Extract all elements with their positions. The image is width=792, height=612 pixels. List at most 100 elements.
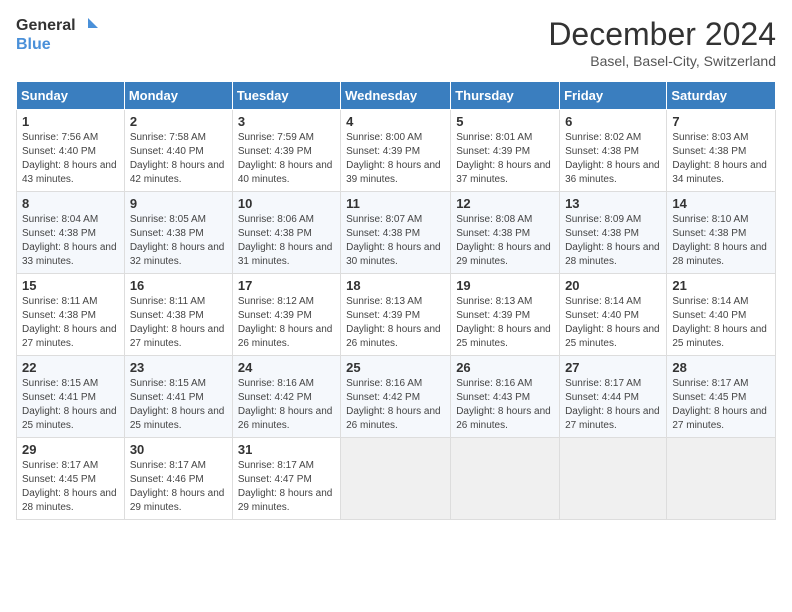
calendar-day-cell: 9 Sunrise: 8:05 AMSunset: 4:38 PMDayligh…: [124, 192, 232, 274]
calendar-day-cell: 24 Sunrise: 8:16 AMSunset: 4:42 PMDaylig…: [232, 356, 340, 438]
day-info: Sunrise: 8:12 AMSunset: 4:39 PMDaylight:…: [238, 296, 333, 349]
day-info: Sunrise: 8:16 AMSunset: 4:43 PMDaylight:…: [456, 378, 551, 431]
calendar-week-row: 15 Sunrise: 8:11 AMSunset: 4:38 PMDaylig…: [17, 274, 776, 356]
calendar-day-cell: 22 Sunrise: 8:15 AMSunset: 4:41 PMDaylig…: [17, 356, 125, 438]
day-info: Sunrise: 8:08 AMSunset: 4:38 PMDaylight:…: [456, 214, 551, 267]
day-info: Sunrise: 8:17 AMSunset: 4:44 PMDaylight:…: [565, 378, 660, 431]
day-info: Sunrise: 8:02 AMSunset: 4:38 PMDaylight:…: [565, 132, 660, 185]
logo-blue-text: Blue: [16, 36, 98, 54]
calendar-day-cell: 3 Sunrise: 7:59 AMSunset: 4:39 PMDayligh…: [232, 110, 340, 192]
day-number: 16: [130, 278, 227, 293]
calendar-day-header: Friday: [560, 82, 667, 110]
calendar-day-cell: 29 Sunrise: 8:17 AMSunset: 4:45 PMDaylig…: [17, 438, 125, 520]
calendar-day-cell: 30 Sunrise: 8:17 AMSunset: 4:46 PMDaylig…: [124, 438, 232, 520]
day-info: Sunrise: 8:17 AMSunset: 4:47 PMDaylight:…: [238, 460, 333, 513]
day-number: 20: [565, 278, 661, 293]
day-number: 6: [565, 114, 661, 129]
calendar-week-row: 22 Sunrise: 8:15 AMSunset: 4:41 PMDaylig…: [17, 356, 776, 438]
calendar-day-cell: 12 Sunrise: 8:08 AMSunset: 4:38 PMDaylig…: [451, 192, 560, 274]
day-info: Sunrise: 7:59 AMSunset: 4:39 PMDaylight:…: [238, 132, 333, 185]
day-info: Sunrise: 8:14 AMSunset: 4:40 PMDaylight:…: [672, 296, 767, 349]
day-number: 27: [565, 360, 661, 375]
day-info: Sunrise: 8:10 AMSunset: 4:38 PMDaylight:…: [672, 214, 767, 267]
day-number: 29: [22, 442, 119, 457]
logo-bird-icon: [78, 16, 98, 36]
calendar-table: SundayMondayTuesdayWednesdayThursdayFrid…: [16, 81, 776, 520]
calendar-day-cell: 10 Sunrise: 8:06 AMSunset: 4:38 PMDaylig…: [232, 192, 340, 274]
calendar-day-cell: 20 Sunrise: 8:14 AMSunset: 4:40 PMDaylig…: [560, 274, 667, 356]
day-number: 3: [238, 114, 335, 129]
title-area: December 2024 Basel, Basel-City, Switzer…: [548, 16, 776, 69]
day-info: Sunrise: 8:01 AMSunset: 4:39 PMDaylight:…: [456, 132, 551, 185]
calendar-day-cell: 26 Sunrise: 8:16 AMSunset: 4:43 PMDaylig…: [451, 356, 560, 438]
calendar-day-cell: 7 Sunrise: 8:03 AMSunset: 4:38 PMDayligh…: [667, 110, 776, 192]
logo-general-text: General: [16, 17, 76, 35]
day-number: 19: [456, 278, 554, 293]
calendar-day-cell: 4 Sunrise: 8:00 AMSunset: 4:39 PMDayligh…: [341, 110, 451, 192]
calendar-day-header: Sunday: [17, 82, 125, 110]
calendar-day-header: Thursday: [451, 82, 560, 110]
calendar-day-cell: 1 Sunrise: 7:56 AMSunset: 4:40 PMDayligh…: [17, 110, 125, 192]
calendar-day-cell: 5 Sunrise: 8:01 AMSunset: 4:39 PMDayligh…: [451, 110, 560, 192]
day-number: 23: [130, 360, 227, 375]
calendar-day-cell: 17 Sunrise: 8:12 AMSunset: 4:39 PMDaylig…: [232, 274, 340, 356]
day-info: Sunrise: 8:14 AMSunset: 4:40 PMDaylight:…: [565, 296, 660, 349]
day-number: 28: [672, 360, 770, 375]
day-number: 8: [22, 196, 119, 211]
calendar-day-cell: 6 Sunrise: 8:02 AMSunset: 4:38 PMDayligh…: [560, 110, 667, 192]
calendar-day-cell: 14 Sunrise: 8:10 AMSunset: 4:38 PMDaylig…: [667, 192, 776, 274]
day-number: 31: [238, 442, 335, 457]
logo-container: General Blue: [16, 16, 98, 54]
day-number: 25: [346, 360, 445, 375]
day-number: 14: [672, 196, 770, 211]
day-info: Sunrise: 8:13 AMSunset: 4:39 PMDaylight:…: [346, 296, 441, 349]
day-info: Sunrise: 8:04 AMSunset: 4:38 PMDaylight:…: [22, 214, 117, 267]
calendar-day-cell: [667, 438, 776, 520]
calendar-day-cell: 8 Sunrise: 8:04 AMSunset: 4:38 PMDayligh…: [17, 192, 125, 274]
calendar-week-row: 29 Sunrise: 8:17 AMSunset: 4:45 PMDaylig…: [17, 438, 776, 520]
calendar-day-cell: 13 Sunrise: 8:09 AMSunset: 4:38 PMDaylig…: [560, 192, 667, 274]
day-info: Sunrise: 8:05 AMSunset: 4:38 PMDaylight:…: [130, 214, 225, 267]
calendar-day-cell: 11 Sunrise: 8:07 AMSunset: 4:38 PMDaylig…: [341, 192, 451, 274]
calendar-day-cell: 2 Sunrise: 7:58 AMSunset: 4:40 PMDayligh…: [124, 110, 232, 192]
calendar-title: December 2024: [548, 16, 776, 53]
day-info: Sunrise: 8:16 AMSunset: 4:42 PMDaylight:…: [346, 378, 441, 431]
day-number: 5: [456, 114, 554, 129]
calendar-day-cell: 15 Sunrise: 8:11 AMSunset: 4:38 PMDaylig…: [17, 274, 125, 356]
day-info: Sunrise: 8:16 AMSunset: 4:42 PMDaylight:…: [238, 378, 333, 431]
day-info: Sunrise: 8:13 AMSunset: 4:39 PMDaylight:…: [456, 296, 551, 349]
day-info: Sunrise: 7:58 AMSunset: 4:40 PMDaylight:…: [130, 132, 225, 185]
calendar-day-cell: 23 Sunrise: 8:15 AMSunset: 4:41 PMDaylig…: [124, 356, 232, 438]
day-number: 21: [672, 278, 770, 293]
calendar-day-header: Monday: [124, 82, 232, 110]
day-number: 26: [456, 360, 554, 375]
calendar-day-cell: 31 Sunrise: 8:17 AMSunset: 4:47 PMDaylig…: [232, 438, 340, 520]
day-number: 12: [456, 196, 554, 211]
calendar-day-header: Tuesday: [232, 82, 340, 110]
calendar-day-cell: 25 Sunrise: 8:16 AMSunset: 4:42 PMDaylig…: [341, 356, 451, 438]
day-number: 11: [346, 196, 445, 211]
calendar-day-cell: [451, 438, 560, 520]
day-number: 18: [346, 278, 445, 293]
day-info: Sunrise: 8:00 AMSunset: 4:39 PMDaylight:…: [346, 132, 441, 185]
calendar-day-header: Saturday: [667, 82, 776, 110]
calendar-day-cell: [560, 438, 667, 520]
calendar-day-cell: 28 Sunrise: 8:17 AMSunset: 4:45 PMDaylig…: [667, 356, 776, 438]
calendar-day-cell: 21 Sunrise: 8:14 AMSunset: 4:40 PMDaylig…: [667, 274, 776, 356]
day-number: 1: [22, 114, 119, 129]
day-number: 7: [672, 114, 770, 129]
day-number: 24: [238, 360, 335, 375]
calendar-day-cell: 16 Sunrise: 8:11 AMSunset: 4:38 PMDaylig…: [124, 274, 232, 356]
day-number: 9: [130, 196, 227, 211]
day-info: Sunrise: 8:07 AMSunset: 4:38 PMDaylight:…: [346, 214, 441, 267]
day-number: 10: [238, 196, 335, 211]
calendar-day-cell: [341, 438, 451, 520]
calendar-day-cell: 19 Sunrise: 8:13 AMSunset: 4:39 PMDaylig…: [451, 274, 560, 356]
day-info: Sunrise: 8:15 AMSunset: 4:41 PMDaylight:…: [22, 378, 117, 431]
calendar-header-row: SundayMondayTuesdayWednesdayThursdayFrid…: [17, 82, 776, 110]
day-info: Sunrise: 7:56 AMSunset: 4:40 PMDaylight:…: [22, 132, 117, 185]
day-info: Sunrise: 8:17 AMSunset: 4:46 PMDaylight:…: [130, 460, 225, 513]
calendar-week-row: 8 Sunrise: 8:04 AMSunset: 4:38 PMDayligh…: [17, 192, 776, 274]
day-info: Sunrise: 8:11 AMSunset: 4:38 PMDaylight:…: [22, 296, 117, 349]
day-info: Sunrise: 8:17 AMSunset: 4:45 PMDaylight:…: [22, 460, 117, 513]
